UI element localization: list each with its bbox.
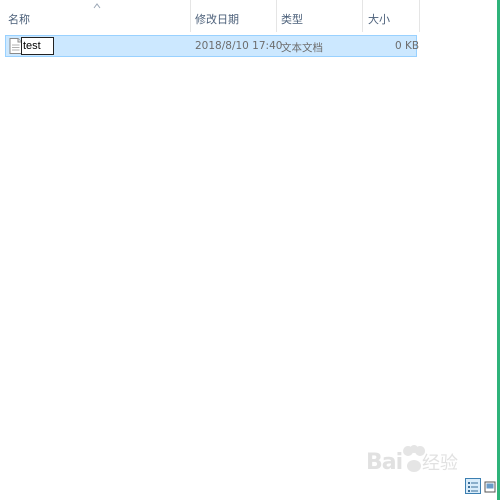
sort-ascending-icon[interactable] — [93, 3, 101, 9]
file-type: 文本文档 — [281, 42, 323, 54]
file-size: 0 KB — [395, 40, 420, 52]
file-row[interactable]: 2018/8/10 17:40 文本文档 0 KB — [5, 35, 420, 57]
column-divider[interactable] — [190, 0, 191, 32]
large-icons-view-button[interactable] — [482, 478, 498, 494]
large-icons-view-icon — [484, 481, 496, 493]
svg-text:Bai: Bai — [366, 450, 402, 475]
file-explorer-content-pane: 名称 修改日期 类型 大小 2018/8/10 17:40 文本文档 0 KB — [0, 0, 500, 500]
filename-rename-input[interactable] — [21, 37, 54, 55]
column-divider[interactable] — [362, 0, 363, 32]
column-header-size[interactable]: 大小 — [368, 11, 390, 27]
column-header-name[interactable]: 名称 — [8, 11, 30, 27]
column-header-type[interactable]: 类型 — [281, 11, 303, 27]
column-divider[interactable] — [419, 0, 420, 32]
file-date-modified: 2018/8/10 17:40 — [195, 40, 283, 52]
baidu-jingyan-watermark: Bai 经验 — [366, 445, 458, 475]
column-divider[interactable] — [276, 0, 277, 32]
column-header-date-modified[interactable]: 修改日期 — [195, 11, 239, 27]
details-view-icon — [468, 482, 478, 492]
details-view-button[interactable] — [465, 478, 481, 494]
column-header-bar: 名称 修改日期 类型 大小 — [0, 0, 420, 32]
svg-text:经验: 经验 — [422, 453, 458, 474]
